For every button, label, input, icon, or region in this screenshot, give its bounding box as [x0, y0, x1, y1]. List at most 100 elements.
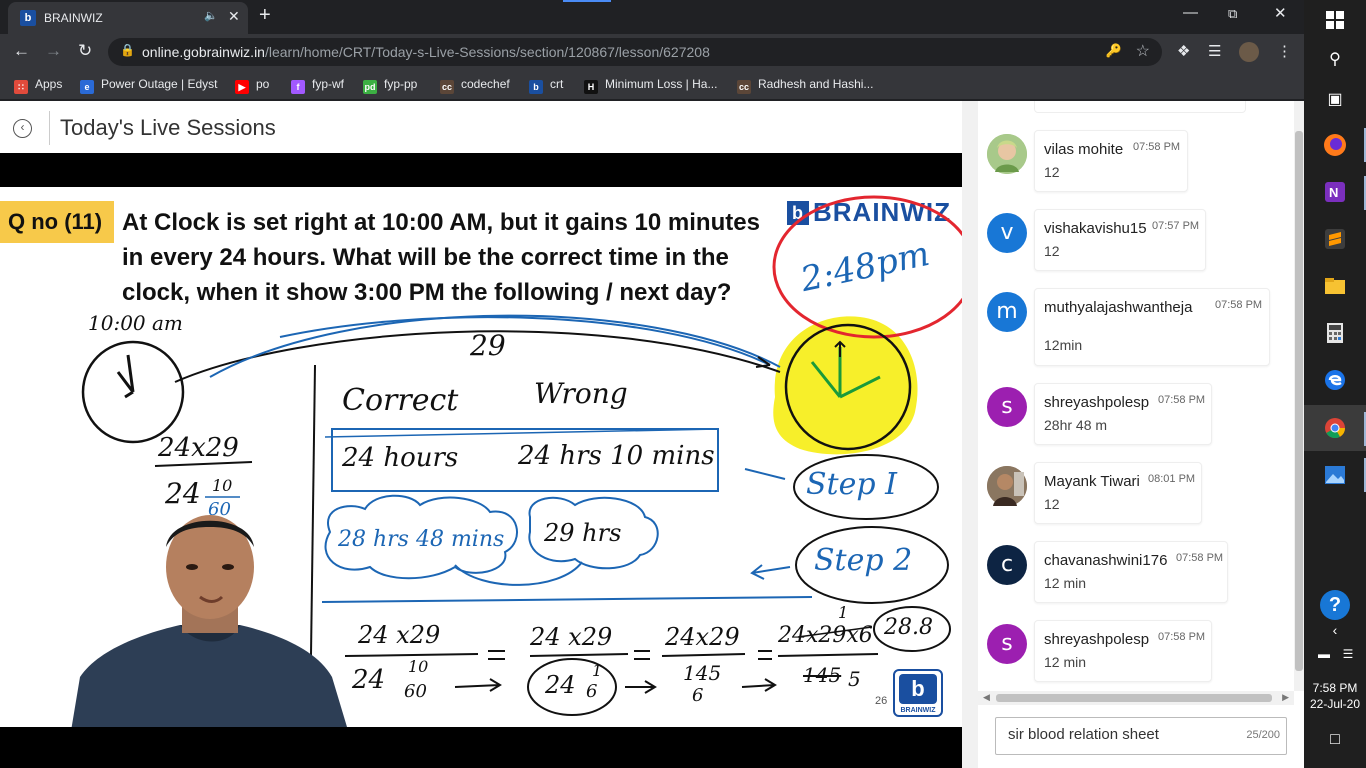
calculator-icon[interactable] — [1323, 321, 1347, 345]
chrome-icon[interactable] — [1323, 416, 1347, 440]
bookmark-fyp-wf[interactable]: f fyp-wf — [291, 77, 344, 94]
bookmark-hackerrank[interactable]: H Minimum Loss | Ha... — [584, 77, 717, 94]
minimize-icon[interactable]: — — [1183, 4, 1198, 21]
message-text: 12min — [1044, 337, 1083, 353]
eq1-den-den: 60 — [404, 681, 427, 702]
left-clock-hands — [116, 354, 135, 399]
brainwiz-b-icon: b — [899, 674, 937, 704]
profile-avatar[interactable] — [1239, 42, 1259, 62]
browser-toolbar: ← → ↻ 🔒 online.gobrainwiz.in/learn/home/… — [0, 34, 1304, 70]
file-explorer-icon[interactable] — [1323, 274, 1347, 298]
onenote-icon[interactable]: N — [1323, 180, 1347, 204]
corner-logo-text: BRAINWIZ — [900, 707, 936, 714]
back-arrow-icon[interactable]: ← — [13, 41, 30, 61]
message-text: 12 — [1044, 243, 1060, 259]
char-count: 25/200 — [1246, 729, 1280, 741]
forward-arrow-icon[interactable]: → — [45, 41, 62, 61]
message-time: 08:01 PM — [1148, 473, 1196, 485]
message-bubble: chavanashwini176 07:58 PM 12 min — [1034, 541, 1228, 603]
edge-icon[interactable] — [1323, 368, 1347, 392]
scroll-left-icon[interactable]: ◀ — [983, 692, 990, 703]
speaker-icon[interactable]: 🔈 — [204, 9, 218, 22]
codechef-icon: cc — [737, 80, 751, 94]
scroll-thumb[interactable] — [1295, 131, 1303, 671]
user-photo-avatar — [987, 134, 1027, 174]
page-content: ‹ Today's Live Sessions Q no (11) At Clo… — [0, 101, 1304, 768]
bookmark-star-icon[interactable]: ☆ — [1136, 41, 1150, 61]
chevron-up-icon[interactable]: ‹ — [1323, 618, 1347, 642]
apps-grid-icon: ∷ — [14, 80, 28, 94]
chat-message: m muthyalajashwantheja 07:58 PM 12min — [978, 288, 1278, 366]
reload-icon[interactable]: ↻ — [78, 41, 92, 61]
bookmark-crt[interactable]: b crt — [529, 77, 563, 94]
user-letter-avatar: s — [987, 387, 1027, 427]
chat-message: v vishakavishu15 07:57 PM 12 — [978, 209, 1278, 279]
message-bubble: muthyalajashwantheja 07:58 PM 12min — [1034, 288, 1270, 366]
chat-message-input[interactable] — [1008, 726, 1228, 743]
clock-date: 22-Jul-20 — [1309, 697, 1361, 711]
notifications-icon[interactable]: □ — [1323, 728, 1347, 752]
left-frac-num: 10 — [212, 476, 233, 495]
bookmark-label: Minimum Loss | Ha... — [605, 77, 718, 91]
message-text: 12 — [1044, 164, 1060, 180]
help-icon[interactable]: ? — [1320, 590, 1350, 620]
close-window-icon[interactable]: ✕ — [1274, 4, 1287, 22]
bookmark-radhesh[interactable]: cc Radhesh and Hashi... — [737, 77, 873, 94]
battery-icon[interactable]: ▬ — [1312, 642, 1336, 666]
youtube-icon: ▶ — [235, 80, 249, 94]
bookmark-codechef[interactable]: cc codechef — [440, 77, 510, 94]
brainwiz-favicon-icon: b — [20, 10, 36, 26]
hackerrank-icon: H — [584, 80, 598, 94]
message-text: 28hr 48 m — [1044, 417, 1108, 433]
search-icon[interactable]: ⚲ — [1323, 48, 1347, 72]
chat-horizontal-scrollbar[interactable]: ◀ ▶ — [978, 691, 1294, 705]
page-header: ‹ Today's Live Sessions — [0, 101, 962, 153]
scroll-right-icon[interactable]: ▶ — [1282, 692, 1289, 703]
chat-message: Mayank Tiwari 08:01 PM 12 — [978, 462, 1278, 532]
url-text: online.gobrainwiz.in/learn/home/CRT/Toda… — [142, 44, 710, 60]
photos-icon[interactable] — [1323, 463, 1347, 487]
key-icon[interactable]: 🔑 — [1106, 43, 1122, 59]
svg-text:N: N — [1329, 185, 1338, 200]
browser-tab[interactable]: b BRAINWIZ 🔈 ✕ — [8, 2, 248, 34]
sublime-icon[interactable] — [1323, 227, 1347, 251]
media-queue-icon[interactable]: ☰ — [1208, 42, 1221, 60]
system-clock[interactable]: 7:58 PM 22-Jul-20 — [1304, 680, 1366, 712]
close-tab-icon[interactable]: ✕ — [228, 8, 240, 25]
yellow-highlight — [773, 316, 918, 455]
chat-vertical-scrollbar[interactable] — [1294, 101, 1304, 691]
bookmark-apps[interactable]: ∷ Apps — [14, 77, 62, 94]
bookmark-label: fyp-wf — [312, 77, 345, 91]
windows-start-icon[interactable] — [1323, 8, 1347, 32]
bookmark-label: Apps — [35, 77, 63, 91]
bookmark-po[interactable]: ▶ po — [235, 77, 269, 94]
scroll-thumb[interactable] — [996, 694, 1272, 702]
hours-handwriting: 29 — [470, 329, 506, 362]
eq3-den: 145 — [683, 661, 722, 685]
message-text: 12 min — [1044, 575, 1087, 591]
message-bubble: vishakavishu15 07:57 PM 12 — [1034, 209, 1206, 271]
bookmark-fyp-pp[interactable]: pd fyp-pp — [363, 77, 417, 94]
chat-input-box[interactable]: 25/200 — [995, 717, 1287, 755]
restore-icon[interactable]: ⧉ — [1228, 6, 1237, 22]
firefox-icon[interactable] — [1323, 133, 1347, 157]
user-letter-avatar: m — [987, 292, 1027, 332]
chat-message: s shreyashpolesp 07:58 PM 28hr 48 m — [978, 383, 1278, 453]
address-bar[interactable]: 🔒 online.gobrainwiz.in/learn/home/CRT/To… — [108, 38, 1162, 66]
message-bubble: Mayank Tiwari 08:01 PM 12 — [1034, 462, 1202, 524]
user-letter-avatar: c — [987, 545, 1027, 585]
bookmark-edyst[interactable]: e Power Outage | Edyst — [80, 77, 218, 94]
task-view-icon[interactable]: ▣ — [1323, 88, 1347, 112]
extensions-puzzle-icon[interactable]: ❖ — [1177, 42, 1190, 60]
message-text: 12 min — [1044, 654, 1087, 670]
video-player[interactable]: Q no (11) At Clock is set right at 10:00… — [0, 153, 962, 768]
wifi-icon[interactable]: ☰ — [1336, 642, 1360, 666]
wrong-value: 24 hrs 10 mins — [518, 441, 715, 471]
more-menu-icon[interactable]: ⋮ — [1277, 42, 1292, 60]
page-scrollbar[interactable] — [962, 101, 978, 768]
message-time: 07:58 PM — [1176, 552, 1224, 564]
back-circle-icon[interactable]: ‹ — [13, 119, 32, 138]
eq4-den2: 5 — [848, 667, 861, 691]
new-tab-icon[interactable]: + — [259, 4, 271, 27]
chat-message: vilas mohite 07:58 PM 12 — [978, 130, 1278, 200]
